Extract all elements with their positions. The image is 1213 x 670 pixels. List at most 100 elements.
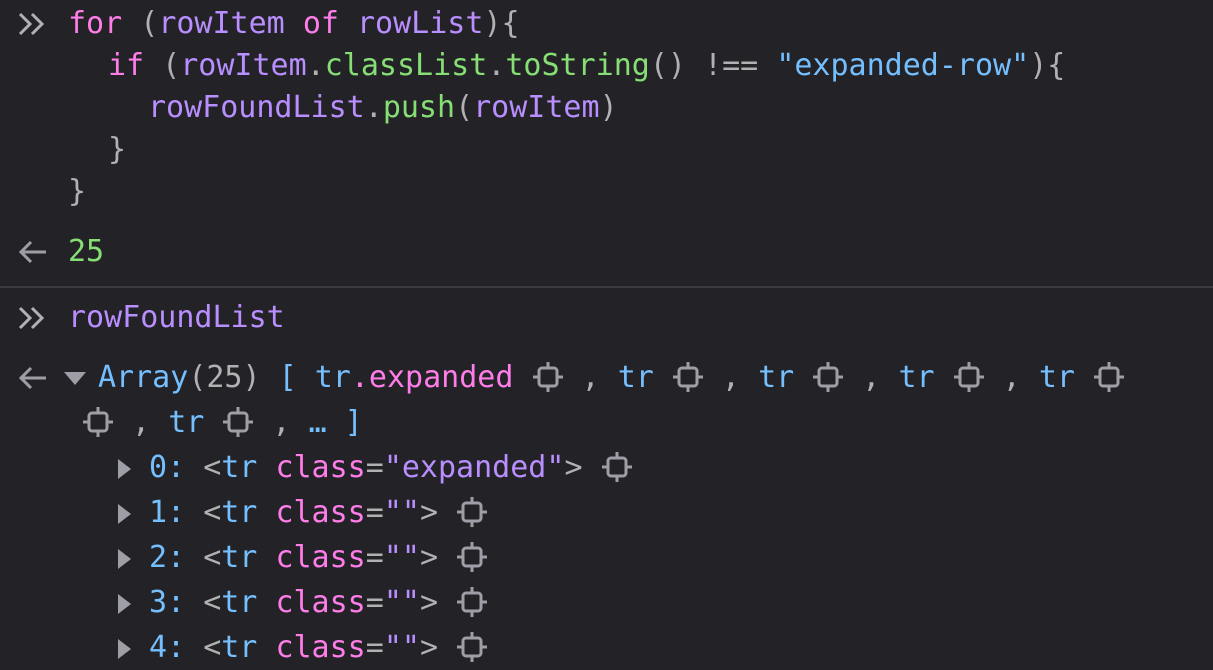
code-line-1[interactable]: for (rowItem of rowList){ <box>68 2 520 46</box>
code-line-5[interactable]: } <box>68 170 86 214</box>
crosshair-icon[interactable] <box>456 586 488 618</box>
array-item[interactable]: 1: <tr class=""> <box>118 491 488 535</box>
item-index: 4: <box>149 630 186 665</box>
variable: rowItem <box>180 48 307 83</box>
property: classList <box>324 48 488 83</box>
code-line[interactable]: rowFoundList <box>68 296 285 340</box>
punctuation: ){ <box>1029 48 1066 83</box>
array-summary[interactable]: Array(25) [ tr.expanded , tr , tr , tr ,… <box>64 356 1125 400</box>
tag-gt: > <box>419 585 438 620</box>
operator: () !== <box>649 48 777 83</box>
preview-class: .expanded <box>350 360 514 395</box>
tag-gt: > <box>419 495 438 530</box>
preview-tag: tr <box>1038 360 1075 395</box>
crosshair-icon[interactable] <box>82 406 114 438</box>
crosshair-icon[interactable] <box>222 406 254 438</box>
variable: rowList <box>357 6 484 41</box>
item-index: 3: <box>149 585 186 620</box>
tag-name: tr <box>221 540 258 575</box>
attr-eq: = <box>365 585 384 620</box>
item-index: 0: <box>149 450 186 485</box>
triangle-right-icon[interactable] <box>118 458 131 479</box>
dot: . <box>487 48 506 83</box>
punctuation: ( <box>122 6 159 41</box>
keyword-if: if <box>108 48 145 83</box>
preview-tag: tr <box>898 360 935 395</box>
tag-lt: < <box>203 540 222 575</box>
tag-lt: < <box>203 585 222 620</box>
crosshair-icon[interactable] <box>953 361 985 393</box>
crosshair-icon[interactable] <box>1093 361 1125 393</box>
variable: rowItem <box>473 90 600 125</box>
tag-name: tr <box>221 495 258 530</box>
method: toString <box>505 48 650 83</box>
array-item[interactable]: 0: <tr class="expanded"> <box>118 446 633 490</box>
item-index: 1: <box>149 495 186 530</box>
triangle-right-icon[interactable] <box>118 593 131 614</box>
attr-value: "" <box>383 630 420 665</box>
comma: , <box>844 360 899 395</box>
tag-name: tr <box>221 585 258 620</box>
tag-gt: > <box>419 540 438 575</box>
variable: rowItem <box>158 6 285 41</box>
method: push <box>382 90 456 125</box>
left-arrow-icon <box>16 230 52 274</box>
triangle-down-icon[interactable] <box>64 372 86 385</box>
dot: . <box>364 90 383 125</box>
attr-name: class <box>275 495 366 530</box>
crosshair-icon[interactable] <box>532 361 564 393</box>
punctuation: ( <box>144 48 181 83</box>
triangle-right-icon[interactable] <box>118 548 131 569</box>
preview-tag: tr <box>758 360 795 395</box>
triangle-right-icon[interactable] <box>118 638 131 659</box>
array-item[interactable]: 4: <tr class=""> <box>118 626 488 670</box>
crosshair-icon[interactable] <box>672 361 704 393</box>
variable: rowFoundList <box>148 90 365 125</box>
attr-eq: = <box>365 495 384 530</box>
array-item[interactable]: 2: <tr class=""> <box>118 536 488 580</box>
crosshair-icon[interactable] <box>601 451 633 483</box>
string: "expanded-row" <box>776 48 1030 83</box>
tag-name: tr <box>221 630 258 665</box>
more-ellipsis: … ] <box>308 405 363 440</box>
attr-eq: = <box>365 630 384 665</box>
comma: , <box>254 405 309 440</box>
array-label: Array <box>98 360 189 395</box>
attr-value: "" <box>383 585 420 620</box>
preview-tag: tr <box>168 405 205 440</box>
preview-tag: tr <box>617 360 654 395</box>
punctuation: ){ <box>483 6 520 41</box>
attr-name: class <box>275 585 366 620</box>
crosshair-icon[interactable] <box>456 496 488 528</box>
code-line-2[interactable]: if (rowItem.classList.toString() !== "ex… <box>108 44 1065 88</box>
triangle-right-icon[interactable] <box>118 503 131 524</box>
punctuation: ( <box>455 90 474 125</box>
prompt-icon <box>16 296 52 340</box>
array-open-bracket: [ <box>260 360 315 395</box>
dot: . <box>306 48 325 83</box>
preview-tag: tr <box>314 360 351 395</box>
array-summary-wrap[interactable]: , tr , … ] <box>82 401 363 445</box>
attr-value: "" <box>383 495 420 530</box>
crosshair-icon[interactable] <box>456 631 488 663</box>
divider <box>0 286 1213 288</box>
attr-name: class <box>275 540 366 575</box>
prompt-icon <box>16 2 52 46</box>
tag-gt: > <box>419 630 438 665</box>
punctuation: ) <box>599 90 618 125</box>
result-value[interactable]: 25 <box>68 230 104 274</box>
keyword-for: for <box>68 6 123 41</box>
attr-value: "expanded" <box>383 450 565 485</box>
array-item[interactable]: 3: <tr class=""> <box>118 581 488 625</box>
array-count: (25) <box>188 360 261 395</box>
code-line-3[interactable]: rowFoundList.push(rowItem) <box>148 86 618 130</box>
left-arrow-icon <box>16 356 52 400</box>
crosshair-icon[interactable] <box>812 361 844 393</box>
tag-lt: < <box>203 495 222 530</box>
code-line-4[interactable]: } <box>108 128 126 172</box>
comma: , <box>563 360 618 395</box>
comma: , <box>984 360 1039 395</box>
crosshair-icon[interactable] <box>456 541 488 573</box>
tag-lt: < <box>203 450 222 485</box>
attr-name: class <box>275 630 366 665</box>
